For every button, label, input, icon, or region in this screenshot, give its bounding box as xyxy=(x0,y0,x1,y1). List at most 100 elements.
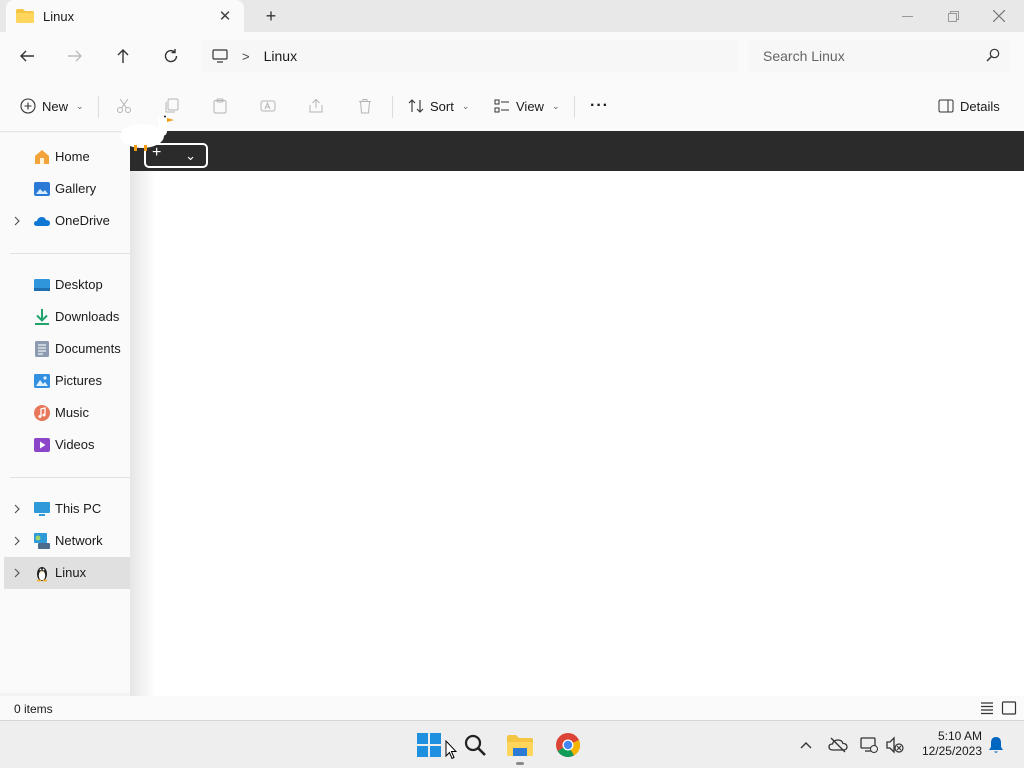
sidebar-item-label: Downloads xyxy=(55,309,120,324)
chrome-button[interactable] xyxy=(554,731,582,759)
share-button[interactable] xyxy=(308,94,324,118)
gallery-icon xyxy=(34,182,50,196)
sidebar-item-label: Desktop xyxy=(55,277,103,292)
notifications-button[interactable] xyxy=(986,735,1006,755)
back-arrow-icon xyxy=(20,50,34,62)
breadcrumb-linux[interactable]: Linux xyxy=(264,48,297,64)
desktop-icon xyxy=(34,279,50,291)
restore-icon xyxy=(947,10,959,22)
file-list-area[interactable]: + ⌄ xyxy=(130,131,1024,720)
clock-time: 5:10 AM xyxy=(937,729,982,743)
goose-sprite xyxy=(120,113,174,151)
view-button-label: View xyxy=(516,98,544,114)
chrome-icon xyxy=(556,733,581,758)
file-explorer-button[interactable] xyxy=(506,731,534,759)
sidebar-item-label: Network xyxy=(55,533,103,548)
sidebar-item-label: Linux xyxy=(55,565,87,580)
network-status-icon xyxy=(860,737,878,753)
sidebar-item-label: Home xyxy=(55,149,90,164)
chevron-down-icon: ⌄ xyxy=(551,100,560,111)
sidebar-item-label: Gallery xyxy=(55,181,97,196)
up-button[interactable] xyxy=(111,44,135,68)
sort-button[interactable]: Sort ⌄ xyxy=(408,94,469,118)
show-hidden-icons-button[interactable] xyxy=(796,735,816,755)
address-box[interactable]: > Linux xyxy=(202,40,738,72)
divider xyxy=(574,96,575,118)
new-tab-button[interactable]: + xyxy=(260,6,282,26)
videos-icon xyxy=(34,438,50,452)
restore-button[interactable] xyxy=(930,0,976,32)
close-tab-icon[interactable]: ✕ xyxy=(216,7,234,25)
forward-button[interactable] xyxy=(63,44,87,68)
chevron-down-icon: ⌄ xyxy=(185,147,196,163)
volume-tray-button[interactable] xyxy=(885,735,905,755)
chevron-right-icon xyxy=(14,536,20,546)
minimize-button[interactable] xyxy=(884,0,930,32)
breadcrumb-separator[interactable]: > xyxy=(242,49,250,64)
this-pc-icon xyxy=(212,49,228,63)
chevron-up-icon xyxy=(800,742,812,749)
close-icon xyxy=(993,10,1005,22)
more-options-button[interactable]: ··· xyxy=(590,94,609,118)
music-icon xyxy=(34,405,50,421)
tab-linux[interactable]: Linux ✕ xyxy=(6,0,244,32)
rename-button[interactable] xyxy=(260,94,276,118)
delete-button[interactable] xyxy=(357,94,373,118)
sidebar-item-label: Music xyxy=(55,405,89,420)
trash-icon xyxy=(359,99,371,114)
onedrive-tray-button[interactable] xyxy=(828,735,848,755)
address-bar-row: > Linux xyxy=(0,32,1024,80)
sidebar-item-label: Pictures xyxy=(55,373,102,388)
search-box[interactable] xyxy=(748,40,1010,72)
minimize-icon xyxy=(901,15,913,17)
sort-icon xyxy=(408,99,424,113)
this-pc-icon xyxy=(34,502,50,516)
new-button[interactable]: New ⌄ xyxy=(20,94,84,118)
tiles-view-icon[interactable] xyxy=(1001,700,1017,716)
chevron-down-icon: ⌄ xyxy=(461,100,470,111)
network-tray-button[interactable] xyxy=(859,735,879,755)
search-icon xyxy=(986,48,1000,62)
network-icon xyxy=(34,533,50,549)
speaker-muted-icon xyxy=(886,736,904,754)
chevron-right-icon xyxy=(14,568,20,578)
folder-icon xyxy=(16,9,34,23)
windows-logo-icon xyxy=(417,733,441,757)
details-button[interactable]: Details xyxy=(938,94,1000,118)
downloads-icon xyxy=(35,309,49,325)
folder-icon xyxy=(507,735,533,756)
paste-button[interactable] xyxy=(212,94,228,118)
cloud-offline-icon xyxy=(828,737,848,753)
documents-icon xyxy=(35,341,49,357)
share-icon xyxy=(309,98,323,113)
sidebar-item-label: OneDrive xyxy=(55,213,110,228)
chevron-right-icon xyxy=(14,216,20,226)
chevron-right-icon xyxy=(14,504,20,514)
close-window-button[interactable] xyxy=(976,0,1022,32)
view-button[interactable]: View ⌄ xyxy=(494,94,560,118)
sidebar-item-label: This PC xyxy=(55,501,102,516)
pane-shadow xyxy=(130,171,156,720)
sort-button-label: Sort xyxy=(430,98,454,114)
new-button-label: New xyxy=(42,98,69,114)
start-button[interactable] xyxy=(415,731,443,759)
back-button[interactable] xyxy=(15,44,39,68)
sidebar-item-label: Documents xyxy=(55,341,121,356)
view-icon xyxy=(494,99,509,113)
active-app-indicator xyxy=(516,762,524,765)
details-button-label: Details xyxy=(960,98,1000,114)
divider xyxy=(98,96,99,118)
taskbar: 5:10 AM 12/25/2023 xyxy=(0,720,1024,768)
details-view-icon[interactable] xyxy=(979,700,995,716)
up-arrow-icon xyxy=(117,49,129,63)
divider xyxy=(10,253,148,254)
divider xyxy=(10,477,148,478)
search-button[interactable] xyxy=(461,731,489,759)
clock[interactable]: 5:10 AM 12/25/2023 xyxy=(912,729,982,759)
details-pane-icon xyxy=(938,99,954,113)
clock-date: 12/25/2023 xyxy=(921,744,982,758)
refresh-button[interactable] xyxy=(159,44,183,68)
pictures-icon xyxy=(34,374,50,388)
tab-title: Linux xyxy=(43,8,75,24)
search-input[interactable] xyxy=(748,40,968,72)
